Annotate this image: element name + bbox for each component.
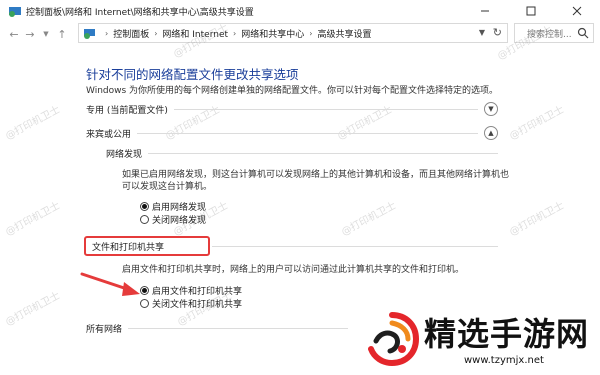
breadcrumb-control-panel[interactable]: 控制面板 bbox=[113, 27, 149, 40]
network-discovery-title: 网络发现 bbox=[106, 149, 143, 160]
arrow-up-icon: ↑ bbox=[57, 27, 67, 41]
control-panel-icon bbox=[9, 7, 21, 17]
brand-name: 精选手游网 bbox=[424, 315, 590, 353]
pointer-arrow-icon bbox=[80, 272, 140, 296]
chevron-down-icon[interactable]: ▼ bbox=[479, 28, 485, 37]
chevron-right-icon: › bbox=[154, 28, 158, 38]
collapse-chevron-icon[interactable]: ▲ bbox=[484, 126, 498, 140]
arrow-right-icon: → bbox=[25, 27, 35, 41]
profile-all-label: 所有网络 bbox=[86, 324, 123, 335]
expand-chevron-icon[interactable]: ▼ bbox=[484, 102, 498, 116]
close-button[interactable] bbox=[554, 0, 600, 22]
chevron-right-icon: › bbox=[233, 28, 237, 38]
close-icon bbox=[572, 6, 582, 16]
navigation-bar: ← → ▼ ↑ › 控制面板 › 网络和 Internet › 网络和共享中心 … bbox=[0, 22, 600, 46]
file-printer-sharing-description: 启用文件和打印机共享时，网络上的用户可以访问通过此计算机共享的文件和打印机。 bbox=[122, 265, 465, 275]
forward-button[interactable]: → bbox=[22, 25, 38, 43]
search-icon bbox=[577, 27, 589, 39]
profile-private-label: 专用 (当前配置文件) bbox=[86, 105, 168, 116]
back-button[interactable]: ← bbox=[6, 25, 22, 43]
chevron-right-icon: › bbox=[105, 28, 109, 38]
search-box[interactable]: 搜索控制... bbox=[514, 23, 594, 43]
breadcrumb-network-sharing-center[interactable]: 网络和共享中心 bbox=[241, 27, 304, 40]
up-button[interactable]: ↑ bbox=[54, 25, 70, 43]
watermark-text: @打印机卫士 bbox=[339, 200, 399, 239]
highlight-box bbox=[84, 236, 210, 256]
watermark-text: @打印机卫士 bbox=[507, 200, 567, 239]
radio-enable-network-discovery[interactable]: 启用网络发现 bbox=[140, 200, 206, 213]
divider bbox=[173, 108, 478, 110]
radio-disable-network-discovery[interactable]: 关闭网络发现 bbox=[140, 213, 206, 226]
address-bar[interactable]: › 控制面板 › 网络和 Internet › 网络和共享中心 › 高级共享设置… bbox=[78, 23, 508, 43]
divider bbox=[148, 152, 498, 154]
divider bbox=[128, 327, 349, 329]
network-discovery-header: 网络发现 bbox=[106, 146, 498, 160]
title-bar: 控制面板\网络和 Internet\网络和共享中心\高级共享设置 bbox=[0, 0, 600, 22]
chevron-right-icon: › bbox=[309, 28, 313, 38]
watermark-text: @打印机卫士 bbox=[3, 104, 63, 143]
brand-url: www.tzymjx.net bbox=[464, 355, 544, 366]
window-title: 控制面板\网络和 Internet\网络和共享中心\高级共享设置 bbox=[26, 7, 254, 18]
watermark-text: @打印机卫士 bbox=[507, 104, 567, 143]
control-panel-icon bbox=[84, 28, 95, 39]
breadcrumb-network-internet[interactable]: 网络和 Internet bbox=[162, 27, 228, 40]
radio-disable-file-printer-sharing[interactable]: 关闭文件和打印机共享 bbox=[140, 297, 242, 310]
minimize-button[interactable] bbox=[462, 0, 508, 22]
radio-enable-file-printer-sharing[interactable]: 启用文件和打印机共享 bbox=[140, 284, 242, 297]
page-description: Windows 为你所使用的每个网络创建单独的网络配置文件。你可以针对每个配置文… bbox=[86, 86, 499, 96]
profile-guest-label: 来宾或公用 bbox=[86, 129, 132, 140]
watermark-text: @打印机卫士 bbox=[3, 200, 63, 239]
brand-logo-icon bbox=[368, 312, 420, 367]
maximize-button[interactable] bbox=[508, 0, 554, 22]
profile-private-header[interactable]: 专用 (当前配置文件) ▼ bbox=[86, 101, 498, 117]
breadcrumb-advanced-sharing[interactable]: 高级共享设置 bbox=[317, 27, 371, 40]
divider bbox=[137, 132, 478, 134]
radio-selected-icon[interactable] bbox=[140, 201, 149, 211]
page-title: 针对不同的网络配置文件更改共享选项 bbox=[86, 67, 299, 82]
profile-guest-header[interactable]: 来宾或公用 ▲ bbox=[86, 125, 498, 141]
search-input[interactable]: 搜索控制... bbox=[527, 27, 572, 40]
network-discovery-description: 如果已启用网络发现，则这台计算机可以发现网络上的其他计算机和设备，而且其他网络计… bbox=[122, 170, 510, 192]
maximize-icon bbox=[526, 6, 536, 16]
chevron-down-icon: ▼ bbox=[43, 30, 49, 38]
divider bbox=[212, 245, 498, 247]
refresh-icon[interactable]: ↻ bbox=[493, 26, 502, 39]
minimize-icon bbox=[481, 10, 489, 12]
radio-unselected-icon[interactable] bbox=[140, 214, 149, 224]
arrow-left-icon: ← bbox=[9, 27, 19, 41]
watermark-text: @打印机卫士 bbox=[3, 290, 63, 329]
recent-locations-button[interactable]: ▼ bbox=[38, 25, 54, 43]
